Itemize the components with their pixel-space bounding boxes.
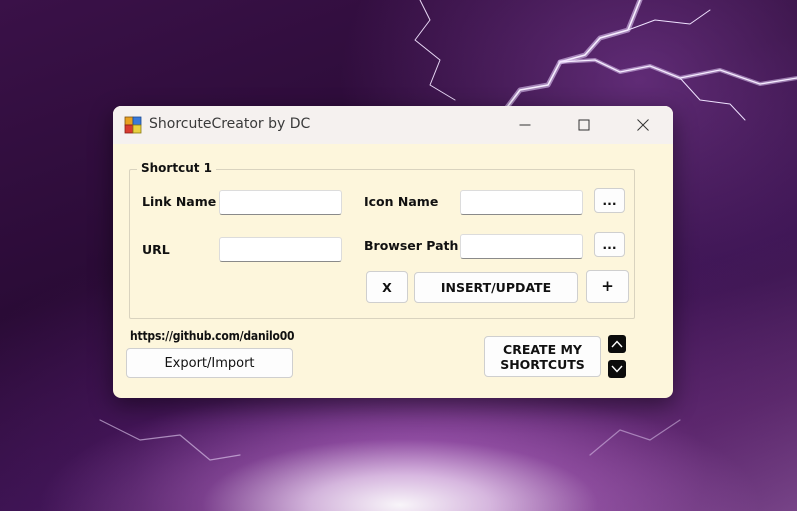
close-icon bbox=[637, 119, 649, 131]
create-shortcuts-line1: CREATE MY bbox=[503, 341, 582, 357]
browse-browser-button[interactable]: ... bbox=[594, 232, 625, 257]
create-shortcuts-button[interactable]: CREATE MY SHORTCUTS bbox=[484, 336, 601, 377]
app-icon bbox=[124, 116, 142, 134]
url-label: URL bbox=[142, 242, 170, 257]
maximize-icon bbox=[578, 119, 590, 131]
icon-name-input[interactable] bbox=[460, 190, 583, 215]
minimize-icon bbox=[519, 124, 531, 126]
shortcut-group-title: Shortcut 1 bbox=[137, 161, 217, 175]
browser-path-label: Browser Path bbox=[364, 238, 459, 253]
move-down-button[interactable] bbox=[608, 360, 626, 378]
url-input[interactable] bbox=[219, 237, 342, 262]
app-window: ShorcuteCreator by DC Shortcut 1 Link Na… bbox=[113, 106, 673, 398]
maximize-button[interactable] bbox=[555, 106, 613, 144]
remove-shortcut-button[interactable]: X bbox=[366, 271, 408, 303]
window-title: ShorcuteCreator by DC bbox=[149, 116, 311, 132]
move-up-button[interactable] bbox=[608, 335, 626, 353]
chevron-up-icon bbox=[611, 340, 623, 348]
browser-path-input[interactable] bbox=[460, 234, 583, 259]
link-name-label: Link Name bbox=[142, 194, 217, 209]
link-name-input[interactable] bbox=[219, 190, 342, 215]
export-import-button[interactable]: Export/Import bbox=[126, 348, 293, 378]
browse-icon-button[interactable]: ... bbox=[594, 188, 625, 213]
title-bar[interactable]: ShorcuteCreator by DC bbox=[113, 106, 673, 144]
create-shortcuts-line2: SHORTCUTS bbox=[500, 356, 585, 372]
github-link[interactable]: https://github.com/danilo00 bbox=[130, 329, 295, 343]
chevron-down-icon bbox=[611, 365, 623, 373]
insert-update-button[interactable]: INSERT/UPDATE bbox=[414, 272, 578, 303]
close-button[interactable] bbox=[614, 106, 672, 144]
icon-name-label: Icon Name bbox=[364, 194, 439, 209]
minimize-button[interactable] bbox=[496, 106, 554, 144]
add-shortcut-button[interactable]: + bbox=[586, 270, 629, 303]
